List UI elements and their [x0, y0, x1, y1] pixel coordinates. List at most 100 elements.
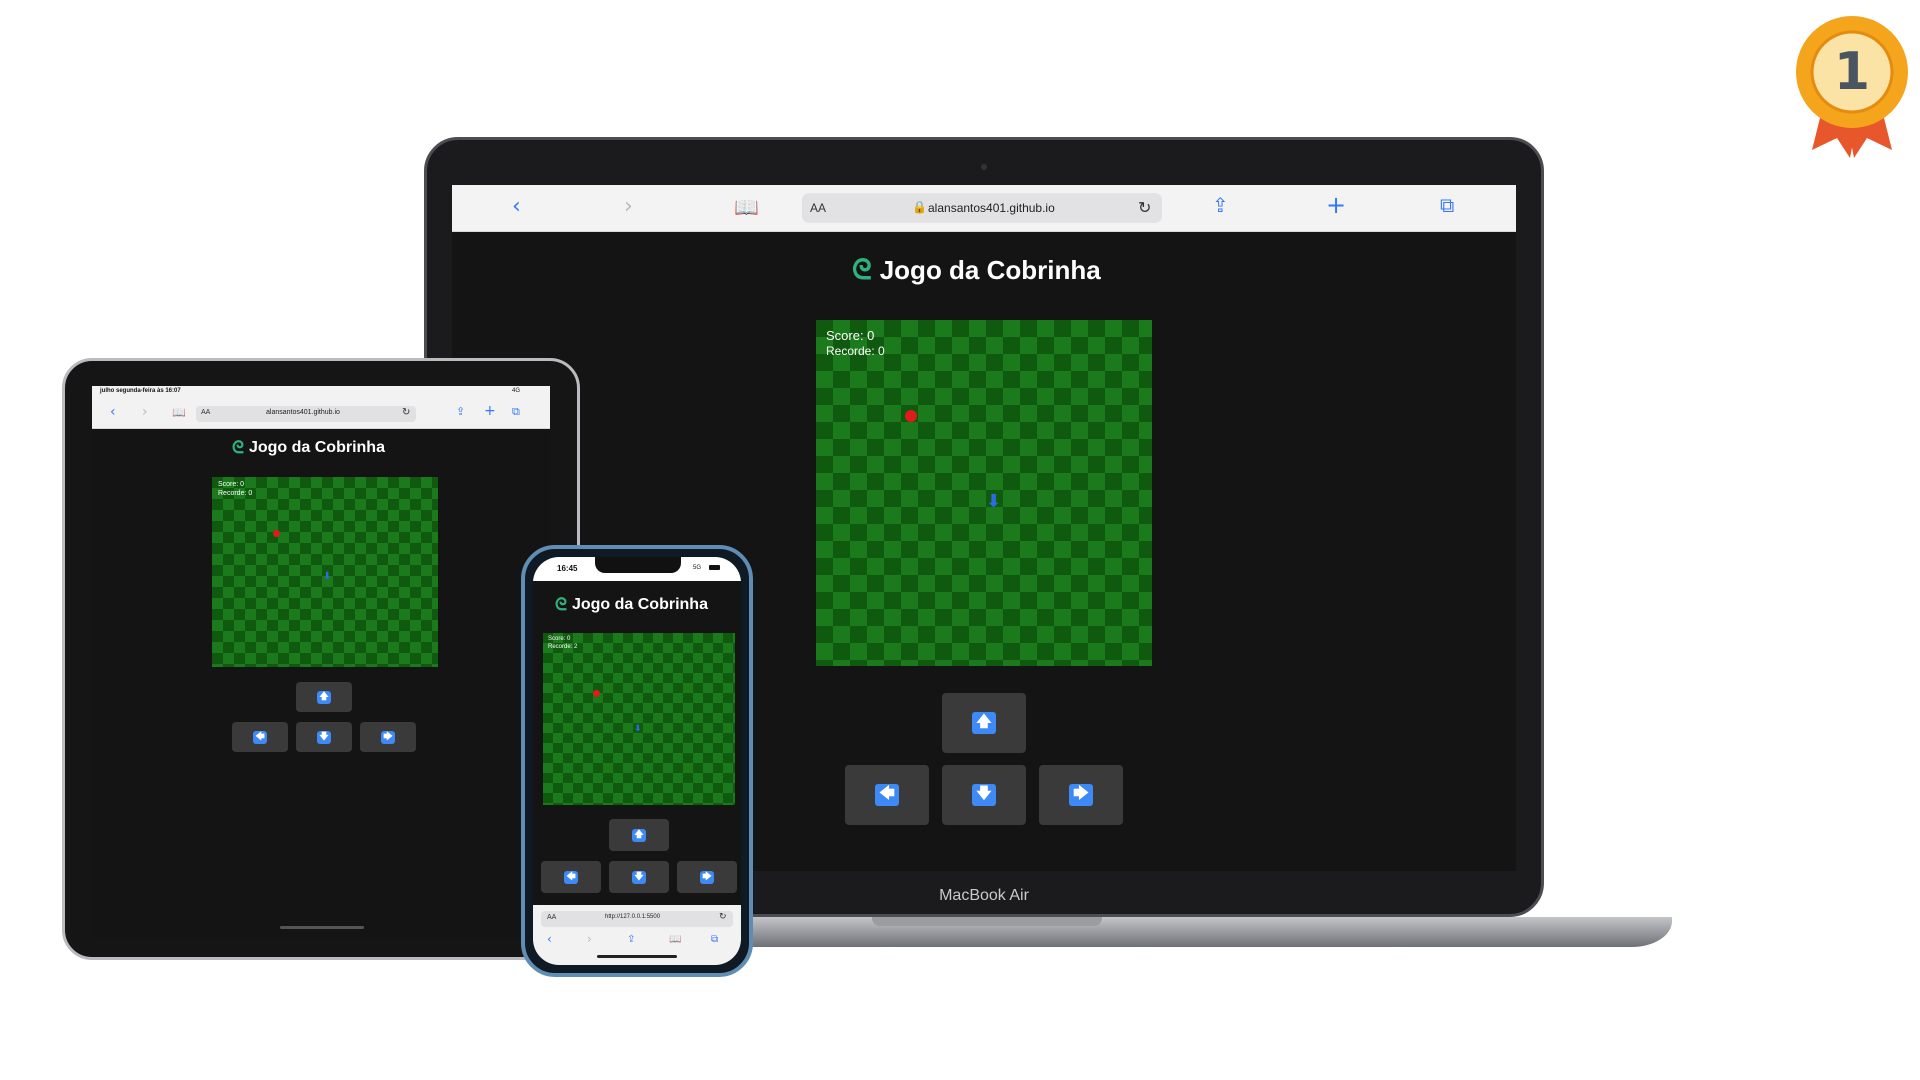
- battery-icon: [709, 565, 720, 570]
- arrow-right-icon: 🡆: [381, 730, 395, 744]
- tabs-icon[interactable]: ⧉: [711, 935, 718, 945]
- arrow-left-icon: 🡄: [875, 784, 899, 806]
- first-place-medal-icon: 1: [1792, 10, 1912, 160]
- laptop-notch: [872, 917, 1102, 926]
- food-item: [905, 410, 917, 422]
- reader-aa-button[interactable]: AA: [810, 201, 826, 215]
- bookmarks-icon[interactable]: 📖: [172, 407, 186, 418]
- arrow-up-icon: 🡅: [317, 690, 331, 704]
- back-icon[interactable]: ‹: [512, 196, 521, 218]
- tablet-url-text: alansantos401.github.io: [266, 409, 340, 416]
- page-title-text: Jogo da Cobrinha: [571, 596, 708, 613]
- arrow-right-icon: 🡆: [1069, 784, 1093, 806]
- share-icon[interactable]: ⇪: [1212, 195, 1229, 215]
- phone-time: 16:45: [557, 564, 578, 573]
- tablet-status-bar: julho segunda-feira às 16:07 4G: [92, 386, 550, 400]
- forward-icon[interactable]: ›: [624, 196, 633, 218]
- arrow-up-icon: 🡅: [972, 712, 996, 734]
- arrow-down-icon: 🡇: [972, 784, 996, 806]
- score-text: Score: 0: [548, 636, 571, 642]
- forward-icon[interactable]: ›: [142, 405, 148, 419]
- page-title: ᘓ Jogo da Cobrinha: [555, 595, 708, 615]
- score-panel: Score: 0 Recorde: 2: [548, 636, 577, 651]
- tabs-icon[interactable]: ⧉: [1440, 195, 1454, 215]
- bookmarks-icon[interactable]: 📖: [734, 197, 759, 217]
- back-icon[interactable]: ‹: [547, 933, 552, 945]
- reload-icon[interactable]: ↻: [719, 912, 727, 922]
- phone-screen: 16:45 5G ᘓ Jogo da Cobrinha Score: 0 Rec…: [533, 557, 741, 965]
- tablet-browser-toolbar: ‹ › 📖 AA alansantos401.github.io ↻ ⇪ + ⧉: [92, 400, 550, 429]
- snake-logo-icon: ᘓ: [555, 595, 567, 615]
- tablet-screen: julho segunda-feira às 16:07 4G ‹ › 📖 AA…: [92, 386, 550, 938]
- up-button[interactable]: 🡅: [296, 682, 352, 712]
- score-text: Score: 0: [826, 328, 875, 343]
- left-button[interactable]: 🡄: [845, 765, 929, 825]
- tablet-status-left: julho segunda-feira às 16:07: [100, 388, 181, 394]
- phone-notch: [595, 557, 681, 573]
- score-text: Score: 0: [218, 481, 245, 488]
- phone-status-bar: 16:45 5G: [533, 557, 741, 581]
- snake-logo-icon: ᘓ: [852, 253, 872, 286]
- recorde-text: Recorde: 0: [218, 489, 253, 497]
- phone-address-bar[interactable]: AA http://127.0.0.1:5500 ↻: [541, 911, 733, 927]
- arrow-down-icon: 🡇: [317, 730, 331, 744]
- phone-browser-bar: AA http://127.0.0.1:5500 ↻ ‹ › ⇪ 📖 ⧉: [533, 905, 741, 965]
- down-button[interactable]: 🡇: [942, 765, 1026, 825]
- down-button[interactable]: 🡇: [609, 861, 669, 893]
- score-panel: Score: 0 Recorde: 0: [218, 481, 252, 499]
- tablet-device: julho segunda-feira às 16:07 4G ‹ › 📖 AA…: [62, 358, 580, 960]
- page-title-text: Jogo da Cobrinha: [879, 254, 1101, 285]
- laptop-url-text: alansantos401.github.io: [928, 201, 1055, 215]
- page-title: ᘓ Jogo da Cobrinha: [852, 253, 1101, 287]
- tablet-address-bar[interactable]: AA alansantos401.github.io ↻: [196, 406, 416, 422]
- recorde-text: Recorde: 0: [826, 344, 885, 359]
- laptop-camera: [981, 164, 987, 170]
- right-button[interactable]: 🡆: [360, 722, 416, 752]
- page-title-text: Jogo da Cobrinha: [248, 439, 385, 456]
- home-indicator: [280, 926, 364, 929]
- page-title: ᘓ Jogo da Cobrinha: [232, 438, 385, 458]
- up-button[interactable]: 🡅: [942, 693, 1026, 753]
- food-item: [273, 530, 280, 537]
- phone-url-text: http://127.0.0.1:5500: [605, 914, 661, 920]
- phone-device: 16:45 5G ᘓ Jogo da Cobrinha Score: 0 Rec…: [521, 545, 753, 977]
- game-board[interactable]: [543, 633, 735, 805]
- medal-number: 1: [1833, 42, 1871, 102]
- bookmarks-icon[interactable]: 📖: [669, 935, 681, 945]
- up-button[interactable]: 🡅: [609, 819, 669, 851]
- reload-icon[interactable]: ↻: [402, 407, 410, 418]
- new-tab-icon[interactable]: +: [484, 404, 496, 418]
- share-icon[interactable]: ⇪: [456, 406, 465, 417]
- arrow-right-icon: 🡆: [700, 870, 714, 884]
- laptop-address-bar[interactable]: AA 🔒 alansantos401.github.io ↻: [802, 193, 1162, 223]
- snake-head: ⬇: [986, 491, 1002, 512]
- right-button[interactable]: 🡆: [1039, 765, 1123, 825]
- reader-aa-button[interactable]: AA: [547, 914, 556, 921]
- new-tab-icon[interactable]: +: [1326, 193, 1346, 217]
- left-button[interactable]: 🡄: [541, 861, 601, 893]
- snake-logo-icon: ᘓ: [232, 438, 244, 458]
- recorde-text: Recorde: 2: [548, 643, 578, 650]
- food-item: [593, 690, 600, 697]
- tablet-status-right: 4G: [512, 388, 521, 394]
- game-board[interactable]: [816, 320, 1152, 666]
- right-button[interactable]: 🡆: [677, 861, 737, 893]
- down-button[interactable]: 🡇: [296, 722, 352, 752]
- tabs-icon[interactable]: ⧉: [512, 406, 520, 417]
- arrow-up-icon: 🡅: [632, 828, 646, 842]
- left-button[interactable]: 🡄: [232, 722, 288, 752]
- arrow-left-icon: 🡄: [253, 730, 267, 744]
- lock-icon: 🔒: [912, 200, 927, 214]
- snake-head: ⬇: [634, 724, 642, 734]
- reader-aa-button[interactable]: AA: [201, 409, 210, 416]
- back-icon[interactable]: ‹: [110, 405, 116, 419]
- reload-icon[interactable]: ↻: [1138, 198, 1151, 217]
- arrow-down-icon: 🡇: [632, 870, 646, 884]
- laptop-browser-toolbar: ‹ › 📖 AA 🔒 alansantos401.github.io ↻ ⇪ +…: [452, 185, 1516, 232]
- home-indicator: [597, 955, 677, 958]
- arrow-left-icon: 🡄: [564, 870, 578, 884]
- snake-head: ⬇: [323, 571, 332, 582]
- forward-icon[interactable]: ›: [587, 933, 592, 945]
- score-panel: Score: 0 Recorde: 0: [826, 328, 885, 359]
- share-icon[interactable]: ⇪: [627, 935, 635, 945]
